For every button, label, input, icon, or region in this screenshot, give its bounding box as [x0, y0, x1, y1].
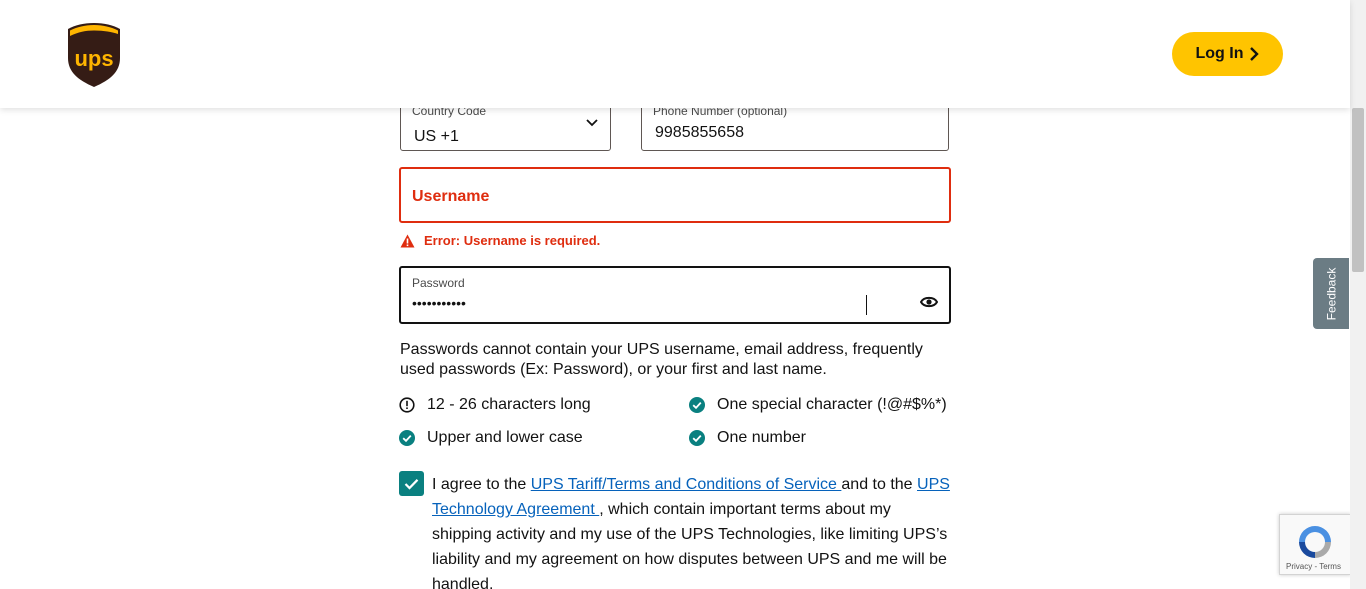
agreement-text: I agree to the UPS Tariff/Terms and Cond…: [432, 472, 952, 589]
login-label: Log In: [1195, 45, 1244, 62]
info-circle-icon: [399, 397, 415, 413]
agreement-checkbox[interactable]: [399, 471, 424, 496]
terms-of-service-link[interactable]: UPS Tariff/Terms and Conditions of Servi…: [531, 476, 842, 493]
password-field[interactable]: Password •••••••••••: [399, 266, 951, 324]
chevron-down-icon: [586, 119, 598, 127]
requirement-special-character: One special character (!@#$%*): [689, 396, 947, 414]
show-password-icon[interactable]: [920, 295, 938, 309]
username-label: Username: [412, 188, 490, 205]
requirement-length: 12 - 26 characters long: [399, 396, 591, 414]
requirement-label: One number: [717, 429, 806, 446]
username-field[interactable]: Username: [399, 167, 951, 223]
login-button[interactable]: Log In: [1172, 32, 1283, 76]
recaptcha-badge[interactable]: Privacy - Terms: [1279, 514, 1351, 575]
text-cursor: [866, 295, 867, 315]
svg-text:ups: ups: [74, 46, 113, 71]
feedback-label: Feedback: [1324, 267, 1339, 320]
ups-logo[interactable]: ups: [66, 22, 122, 88]
scrollbar-thumb[interactable]: [1352, 108, 1364, 272]
agreement-middle: and to the: [841, 476, 918, 493]
chevron-right-icon: [1250, 47, 1260, 61]
password-value: •••••••••••: [412, 295, 466, 311]
warning-icon: [400, 234, 415, 247]
recaptcha-icon: [1299, 526, 1331, 558]
checkmark-icon: [404, 478, 419, 490]
requirement-label: One special character (!@#$%*): [717, 396, 947, 413]
check-circle-icon: [689, 397, 705, 413]
site-header: ups Log In: [0, 0, 1350, 108]
username-error: Error: Username is required.: [400, 233, 600, 248]
requirement-number: One number: [689, 429, 806, 447]
password-hint: Passwords cannot contain your UPS userna…: [400, 341, 923, 378]
feedback-tab[interactable]: Feedback: [1313, 258, 1349, 329]
requirement-label: 12 - 26 characters long: [427, 396, 591, 413]
check-circle-icon: [399, 430, 415, 446]
country-code-value: US +1: [414, 128, 459, 145]
password-label: Password: [412, 276, 465, 290]
requirement-case: Upper and lower case: [399, 429, 583, 447]
agreement-prefix: I agree to the: [432, 476, 531, 493]
phone-number-value: 9985855658: [655, 124, 744, 141]
username-error-text: Error: Username is required.: [424, 233, 601, 248]
page-scrollbar[interactable]: [1350, 0, 1366, 589]
check-circle-icon: [689, 430, 705, 446]
requirement-label: Upper and lower case: [427, 429, 583, 446]
recaptcha-links[interactable]: Privacy - Terms: [1286, 562, 1341, 571]
